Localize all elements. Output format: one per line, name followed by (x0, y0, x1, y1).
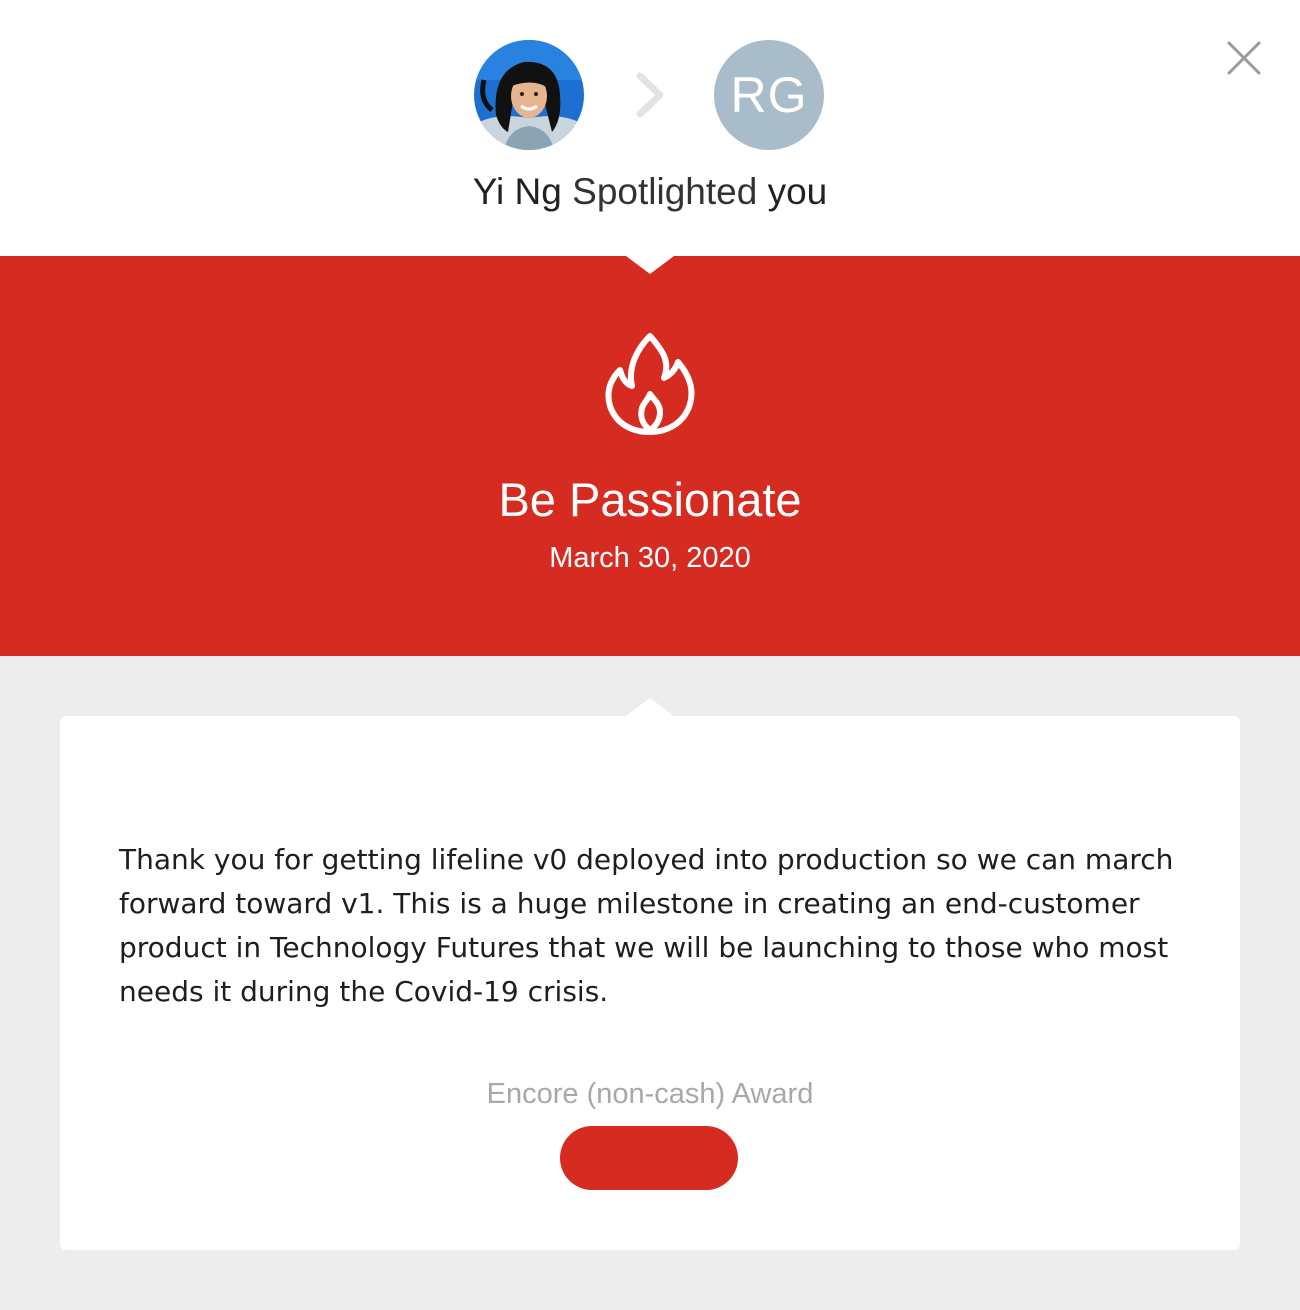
recipient-initials: RG (730, 67, 808, 123)
recipient-avatar: RG (714, 40, 824, 150)
award-button[interactable] (560, 1126, 738, 1190)
card-notch (626, 698, 674, 716)
close-icon[interactable] (1222, 36, 1266, 80)
recipient-text: you (767, 171, 828, 212)
spotlight-header: RG Yi Ng Spotlighted you (0, 0, 1300, 256)
award-banner: Be Passionate March 30, 2020 (0, 256, 1300, 656)
award-date: March 30, 2020 (549, 542, 751, 574)
avatar-photo-icon (474, 40, 584, 150)
chevron-right-icon (636, 72, 664, 118)
sender-name: Yi Ng (472, 171, 562, 212)
banner-notch (626, 256, 674, 274)
spotlight-message: Thank you for getting lifeline v0 deploy… (119, 843, 1174, 1008)
message-card: Thank you for getting lifeline v0 deploy… (60, 698, 1240, 1250)
action-text: Spotlighted (572, 171, 758, 212)
sender-avatar (474, 40, 584, 150)
spotlight-headline: Yi Ng Spotlighted you (0, 168, 1300, 216)
close-button[interactable] (1222, 36, 1266, 80)
award-type-label: Encore (non-cash) Award (486, 1078, 814, 1110)
flame-icon (605, 333, 695, 435)
award-title: Be Passionate (498, 473, 802, 526)
